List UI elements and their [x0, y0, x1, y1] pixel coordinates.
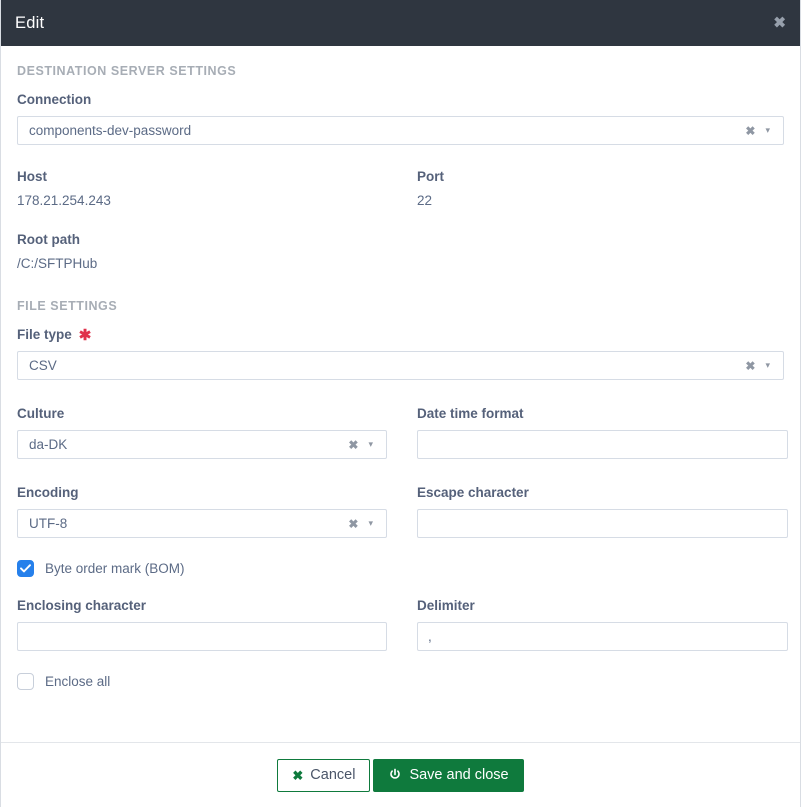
required-asterisk-icon: ✱	[78, 327, 92, 344]
root-path-value: /C:/SFTPHub	[17, 256, 98, 271]
connection-clear-icon[interactable]: ✖	[739, 125, 765, 137]
delimiter-input[interactable]	[417, 622, 788, 651]
checkbox-checked-icon[interactable]	[17, 560, 34, 577]
escape-character-label: Escape character	[417, 485, 788, 500]
connection-label: Connection	[17, 92, 784, 107]
culture-clear-icon[interactable]: ✖	[342, 439, 368, 451]
connection-select[interactable]: components-dev-password ✖ ▾	[17, 116, 784, 145]
close-icon[interactable]: ✖	[773, 16, 786, 31]
edit-dialog: Edit ✖ DESTINATION SERVER SETTINGS Conne…	[0, 0, 801, 807]
byte-order-mark-checkbox-row[interactable]: Byte order mark (BOM)	[17, 560, 784, 577]
connection-value: components-dev-password	[29, 123, 192, 138]
enclosing-character-input[interactable]	[17, 622, 387, 651]
close-x-icon: ✖	[292, 767, 304, 783]
enclosing-character-label-text: Enclosing character	[17, 598, 147, 613]
culture-label: Culture	[17, 406, 387, 421]
root-path-label: Root path	[17, 232, 784, 247]
file-type-label-text: File type	[17, 327, 72, 342]
culture-label-text: Culture	[17, 406, 65, 421]
delimiter-label: Delimiter	[417, 598, 788, 613]
encoding-value: UTF-8	[29, 516, 68, 531]
host-value: 178.21.254.243	[17, 193, 111, 208]
chevron-down-icon[interactable]: ▾	[765, 361, 779, 370]
section-title-file-settings: FILE SETTINGS	[17, 299, 118, 313]
host-label-text: Host	[17, 169, 47, 184]
power-icon	[388, 768, 402, 782]
chevron-down-icon[interactable]: ▾	[368, 440, 382, 449]
port-label: Port	[417, 169, 788, 184]
dialog-header: Edit ✖	[1, 0, 800, 46]
section-title-destination: DESTINATION SERVER SETTINGS	[17, 64, 237, 78]
file-type-clear-icon[interactable]: ✖	[739, 360, 765, 372]
save-and-close-button-label: Save and close	[409, 766, 509, 783]
port-value: 22	[417, 193, 433, 208]
byte-order-mark-label: Byte order mark (BOM)	[45, 561, 185, 576]
escape-character-label-text: Escape character	[417, 485, 529, 500]
encoding-label-text: Encoding	[17, 485, 79, 500]
file-type-select[interactable]: CSV ✖ ▾	[17, 351, 784, 380]
file-type-value: CSV	[29, 358, 57, 373]
encoding-label: Encoding	[17, 485, 387, 500]
encoding-clear-icon[interactable]: ✖	[342, 518, 368, 530]
culture-value: da-DK	[29, 437, 68, 452]
date-time-format-label-text: Date time format	[417, 406, 524, 421]
chevron-down-icon[interactable]: ▾	[765, 126, 779, 135]
checkbox-unchecked-icon[interactable]	[17, 673, 34, 690]
encoding-select[interactable]: UTF-8 ✖ ▾	[17, 509, 387, 538]
host-label: Host	[17, 169, 387, 184]
escape-character-input[interactable]	[417, 509, 788, 538]
delimiter-label-text: Delimiter	[417, 598, 475, 613]
date-time-format-input[interactable]	[417, 430, 788, 459]
culture-select[interactable]: da-DK ✖ ▾	[17, 430, 387, 459]
enclose-all-checkbox-row[interactable]: Enclose all	[17, 673, 784, 690]
chevron-down-icon[interactable]: ▾	[368, 519, 382, 528]
file-type-label: File type ✱	[17, 327, 784, 344]
dialog-footer: ✖ Cancel Save and close	[1, 742, 800, 807]
root-path-label-text: Root path	[17, 232, 80, 247]
dialog-body: DESTINATION SERVER SETTINGS Connection c…	[1, 46, 800, 742]
date-time-format-label: Date time format	[417, 406, 788, 421]
enclose-all-label: Enclose all	[45, 674, 111, 689]
cancel-button-label: Cancel	[310, 766, 356, 783]
dialog-title: Edit	[15, 13, 45, 32]
save-and-close-button[interactable]: Save and close	[373, 758, 524, 792]
enclosing-character-label: Enclosing character	[17, 598, 387, 613]
cancel-button[interactable]: ✖ Cancel	[277, 758, 371, 792]
connection-label-text: Connection	[17, 92, 92, 107]
port-label-text: Port	[417, 169, 444, 184]
